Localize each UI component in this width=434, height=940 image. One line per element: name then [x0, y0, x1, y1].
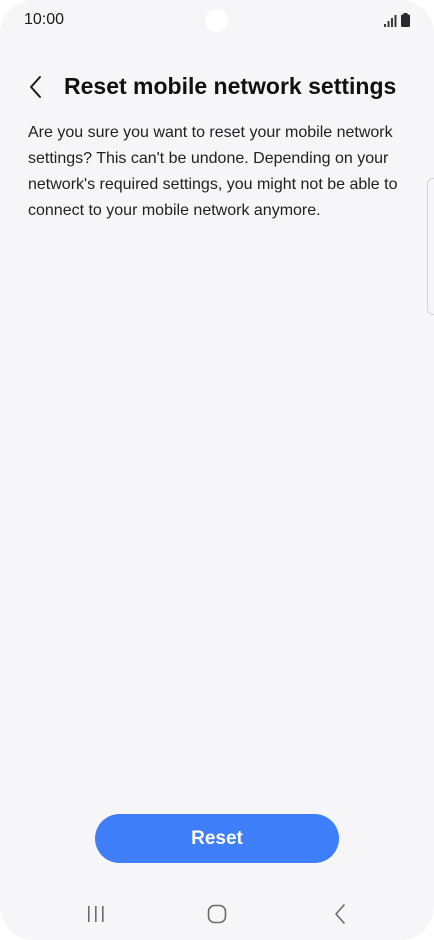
chevron-left-icon: [30, 76, 41, 98]
phone-screen: 10:00 Reset mobile network settings Are …: [0, 0, 434, 940]
scroll-indicator[interactable]: [427, 178, 434, 315]
status-icons: [384, 13, 410, 27]
status-bar: 10:00: [0, 0, 434, 40]
page-title: Reset mobile network settings: [64, 73, 397, 99]
recent-apps-button[interactable]: [76, 900, 116, 928]
nav-back-button[interactable]: [320, 900, 360, 928]
reset-description: Are you sure you want to reset your mobi…: [28, 124, 398, 219]
home-button[interactable]: [197, 900, 237, 928]
back-icon: [335, 904, 345, 924]
camera-cutout: [205, 9, 228, 32]
battery-icon: [401, 13, 410, 27]
back-button[interactable]: [20, 69, 52, 105]
navigation-bar: [0, 892, 434, 936]
reset-button[interactable]: Reset: [95, 814, 339, 863]
signal-icon: [384, 15, 397, 27]
home-icon: [207, 904, 227, 924]
recent-apps-icon: [88, 906, 104, 922]
app-header: Reset mobile network settings: [0, 64, 434, 110]
status-time: 10:00: [24, 11, 65, 28]
